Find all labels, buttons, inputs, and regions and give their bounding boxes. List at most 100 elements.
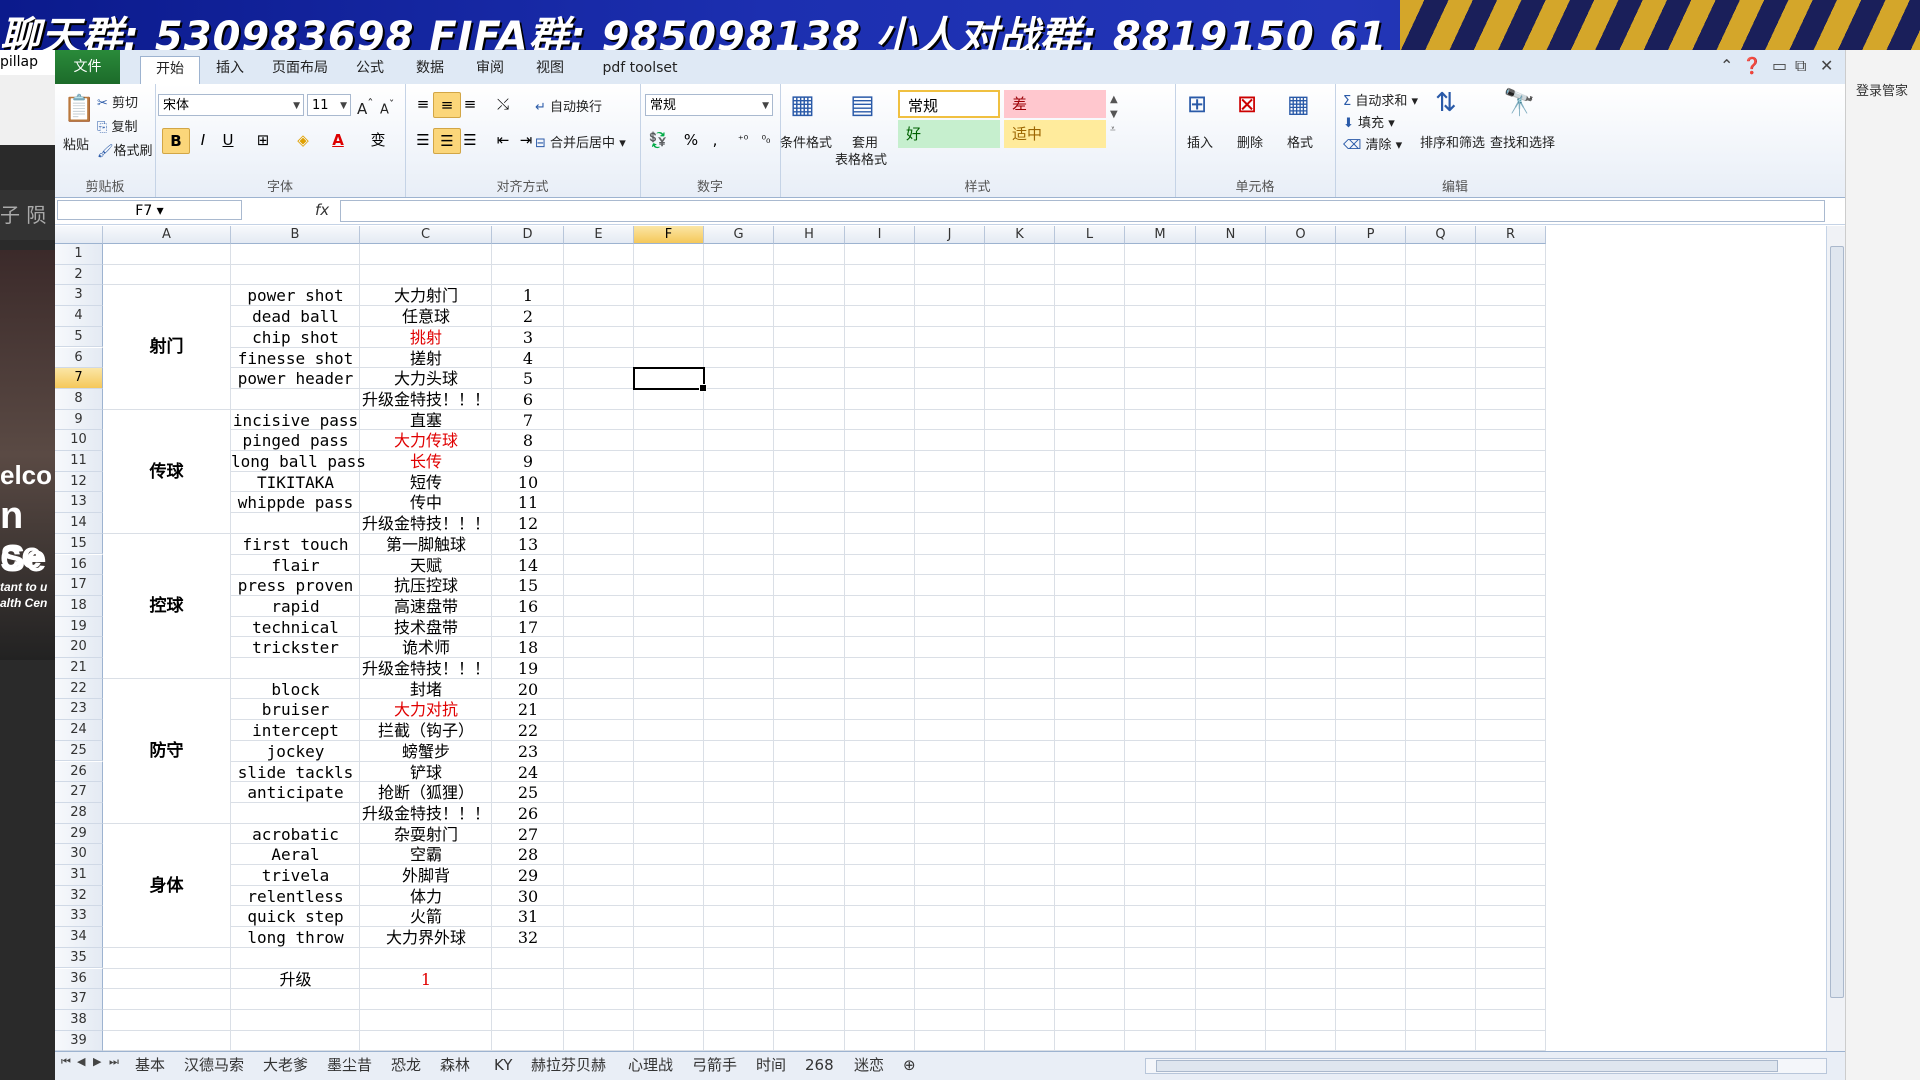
last-sheet-icon[interactable]: ⏭: [109, 1055, 119, 1069]
tab-pdf-toolset[interactable]: pdf toolset: [590, 56, 690, 84]
category-cell[interactable]: 防守: [103, 678, 230, 824]
align-bottom-icon[interactable]: ≡: [457, 92, 483, 116]
cell-skill-cn[interactable]: 传中: [360, 492, 492, 513]
paste-icon[interactable]: 📋: [63, 94, 95, 124]
row-header-25[interactable]: 25: [55, 740, 103, 762]
minimize-icon[interactable]: ▭: [1772, 56, 1787, 75]
sheet-tab[interactable]: 恐龙: [391, 1054, 431, 1076]
conditional-format-button[interactable]: 条件格式: [780, 132, 832, 151]
row-header-36[interactable]: 36: [55, 968, 103, 990]
sheet-tab[interactable]: 时间: [756, 1054, 796, 1076]
row-header-28[interactable]: 28: [55, 802, 103, 824]
cell-skill-cn[interactable]: 第一脚触球: [360, 534, 492, 555]
cell-skill-cn[interactable]: 诡术师: [360, 637, 492, 658]
style-bad[interactable]: 差: [1004, 90, 1106, 118]
column-header-e[interactable]: E: [564, 226, 634, 244]
table-format-icon[interactable]: ▤: [850, 90, 875, 120]
cell-skill-cn[interactable]: 升级金特技！！！: [360, 513, 492, 534]
cell-skill-en[interactable]: anticipate: [231, 782, 360, 803]
tab-data[interactable]: 数据: [405, 56, 455, 84]
row-header-7[interactable]: 7: [55, 368, 103, 389]
column-header-q[interactable]: Q: [1406, 226, 1476, 244]
column-header-h[interactable]: H: [774, 226, 845, 244]
cell-skill-en[interactable]: quick step: [231, 906, 360, 927]
sort-filter-button[interactable]: 排序和筛选: [1420, 132, 1485, 151]
row-header-16[interactable]: 16: [55, 554, 103, 576]
row-header-32[interactable]: 32: [55, 885, 103, 907]
horizontal-scroll-thumb[interactable]: [1156, 1060, 1778, 1072]
first-sheet-icon[interactable]: ⏮: [61, 1055, 71, 1069]
border-icon[interactable]: ⊞: [250, 128, 276, 152]
row-header-20[interactable]: 20: [55, 637, 103, 658]
fill-button[interactable]: ⬇ 填充 ▾: [1343, 112, 1395, 131]
font-name-select[interactable]: 宋体 ▼: [158, 94, 304, 116]
column-header-c[interactable]: C: [360, 226, 492, 244]
cell-number[interactable]: 28: [492, 844, 564, 865]
cell-skill-cn[interactable]: 火箭: [360, 906, 492, 927]
row-header-19[interactable]: 19: [55, 616, 103, 638]
sheet-tab[interactable]: 墨尘昔: [327, 1054, 382, 1076]
cell-skill-en[interactable]: long ball pass: [231, 451, 366, 472]
cell-number[interactable]: 26: [492, 803, 564, 824]
cell-skill-en[interactable]: slide tackls: [231, 762, 360, 783]
cell-skill-cn[interactable]: 任意球: [360, 306, 492, 327]
row-header-31[interactable]: 31: [55, 865, 103, 886]
cell-skill-cn[interactable]: 高速盘带: [360, 596, 492, 617]
format-cells-button[interactable]: 格式: [1287, 132, 1313, 151]
row-header-34[interactable]: 34: [55, 927, 103, 948]
column-header-i[interactable]: I: [845, 226, 915, 244]
find-select-button[interactable]: 查找和选择: [1490, 132, 1555, 151]
cell-skill-cn[interactable]: 大力界外球: [360, 927, 492, 948]
cell-skill-cn[interactable]: 抗压控球: [360, 575, 492, 596]
row-header-8[interactable]: 8: [55, 388, 103, 410]
cut-button[interactable]: ✂ 剪切: [97, 92, 138, 111]
cell-skill-en[interactable]: chip shot: [231, 327, 360, 348]
minimize-ribbon-icon[interactable]: ⌃: [1720, 56, 1733, 75]
cell-number[interactable]: 11: [492, 492, 564, 513]
cell-skill-cn[interactable]: 天赋: [360, 555, 492, 576]
cell-number[interactable]: 21: [492, 699, 564, 720]
sheet-tab[interactable]: 迷恋: [854, 1054, 894, 1076]
cell-skill-en[interactable]: TIKITAKA: [231, 472, 360, 493]
cell-number[interactable]: 31: [492, 906, 564, 927]
format-cells-icon[interactable]: ▦: [1287, 90, 1310, 118]
sheet-tab[interactable]: 弓箭手: [692, 1054, 747, 1076]
copy-button[interactable]: ⎘ 复制: [97, 116, 138, 135]
cell-number[interactable]: 1: [492, 285, 564, 306]
align-right-icon[interactable]: ☰: [457, 128, 483, 152]
sheet-tab[interactable]: KY: [494, 1054, 522, 1076]
cell-number[interactable]: 14: [492, 555, 564, 576]
file-menu-button[interactable]: 文件: [55, 50, 120, 84]
cell-skill-cn[interactable]: 大力对抗: [360, 699, 492, 720]
comma-button[interactable]: ,: [702, 128, 728, 152]
row-header-10[interactable]: 10: [55, 430, 103, 451]
cell-skill-en[interactable]: flair: [231, 555, 360, 576]
insert-cells-icon[interactable]: ⊞: [1187, 90, 1207, 118]
phonetic-button[interactable]: 变: [365, 128, 391, 152]
row-header-11[interactable]: 11: [55, 451, 103, 472]
row-header-12[interactable]: 12: [55, 471, 103, 493]
row-header-5[interactable]: 5: [55, 326, 103, 348]
cell-skill-cn[interactable]: 封堵: [360, 679, 492, 700]
cell-skill-en[interactable]: relentless: [231, 886, 360, 907]
category-cell[interactable]: 射门: [103, 285, 230, 410]
row-header-38[interactable]: 38: [55, 1009, 103, 1031]
next-sheet-icon[interactable]: ▶: [93, 1055, 101, 1068]
number-format-select[interactable]: 常规 ▼: [645, 94, 773, 116]
cell-skill-cn[interactable]: 大力传球: [360, 430, 492, 451]
selected-cell[interactable]: [633, 367, 707, 392]
column-header-d[interactable]: D: [492, 226, 564, 244]
style-neutral[interactable]: 适中: [1004, 120, 1106, 148]
tab-review[interactable]: 审阅: [465, 56, 515, 84]
cell-skill-en[interactable]: long throw: [231, 927, 360, 948]
row-header-37[interactable]: 37: [55, 989, 103, 1010]
clear-button[interactable]: ⌫ 清除 ▾: [1343, 134, 1402, 153]
cell-number[interactable]: 22: [492, 720, 564, 741]
row-header-17[interactable]: 17: [55, 575, 103, 596]
row-header-4[interactable]: 4: [55, 306, 103, 327]
cell-skill-cn[interactable]: 体力: [360, 886, 492, 907]
currency-icon[interactable]: 💱: [645, 128, 671, 152]
row-header-14[interactable]: 14: [55, 513, 103, 534]
style-normal[interactable]: 常规: [898, 90, 1000, 118]
cell-skill-cn[interactable]: 大力头球: [360, 368, 492, 389]
